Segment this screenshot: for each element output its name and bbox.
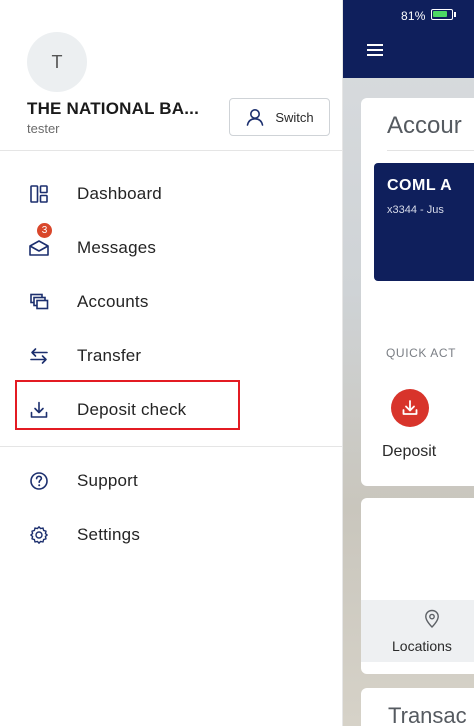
download-icon <box>402 400 418 415</box>
nav-item-dashboard[interactable]: Dashboard <box>0 174 343 214</box>
messages-icon <box>28 237 50 259</box>
nav-item-accounts[interactable]: Accounts <box>0 282 343 322</box>
divider <box>0 150 343 151</box>
account-number: x3344 - Jus <box>387 204 444 216</box>
nav-label-transfer: Transfer <box>77 346 142 365</box>
nav-label-messages: Messages <box>77 238 157 257</box>
bank-name: THE NATIONAL BA... <box>27 99 200 118</box>
transfer-icon <box>28 345 50 367</box>
nav-item-messages[interactable]: 3 Messages <box>0 223 343 268</box>
deposit-quick-action-label: Deposit <box>382 443 437 460</box>
avatar: T <box>27 32 87 92</box>
help-icon <box>28 470 50 492</box>
transactions-title: Transac <box>388 703 467 726</box>
nav-label-accounts: Accounts <box>77 292 149 311</box>
nav-label-settings: Settings <box>77 525 141 544</box>
divider <box>0 446 343 447</box>
nav-item-settings[interactable]: Settings <box>0 515 343 555</box>
locations-button[interactable]: Locations <box>392 638 452 654</box>
quick-actions-label: QUICK ACT <box>386 346 457 360</box>
background-content: Accour COML A x3344 - Jus QUICK ACT Depo… <box>343 0 474 726</box>
deposit-quick-action-button[interactable] <box>391 389 429 427</box>
navigation-drawer: T THE NATIONAL BA... tester Switch Dashb… <box>0 0 343 726</box>
user-icon <box>247 109 264 126</box>
accounts-icon <box>28 291 50 313</box>
nav-label-support: Support <box>77 471 138 490</box>
dashboard-icon <box>28 183 50 205</box>
highlight-box <box>15 380 240 430</box>
accounts-card <box>361 98 474 486</box>
gear-icon <box>28 524 50 546</box>
username: tester <box>27 121 60 136</box>
switch-button[interactable]: Switch <box>229 98 330 136</box>
location-pin-icon <box>425 609 439 628</box>
switch-button-label: Switch <box>275 109 314 125</box>
unread-count-badge: 3 <box>37 223 52 238</box>
nav-item-support[interactable]: Support <box>0 461 343 501</box>
nav-label-dashboard: Dashboard <box>77 184 162 203</box>
account-name: COML A <box>387 177 453 194</box>
nav-item-transfer[interactable]: Transfer <box>0 336 343 376</box>
accounts-card-title: Accour <box>387 112 462 139</box>
